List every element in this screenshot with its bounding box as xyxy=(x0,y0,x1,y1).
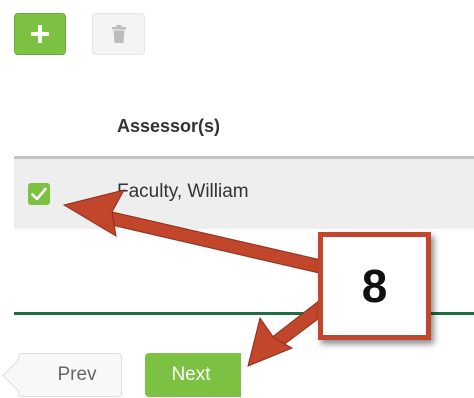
assessor-name: Faculty, William xyxy=(117,181,249,202)
next-label: Next xyxy=(171,364,211,385)
checkmark-icon xyxy=(31,187,47,201)
prev-button[interactable]: Prev xyxy=(18,353,122,397)
prev-label: Prev xyxy=(57,364,97,385)
row-checkbox[interactable] xyxy=(28,183,50,205)
add-button[interactable] xyxy=(14,13,66,55)
plus-icon xyxy=(31,25,49,43)
trash-icon xyxy=(111,25,126,43)
assessors-column-header: Assessor(s) xyxy=(117,116,221,136)
step-callout: 8 xyxy=(318,232,431,340)
delete-button[interactable] xyxy=(92,13,145,55)
next-button[interactable]: Next xyxy=(145,353,241,397)
